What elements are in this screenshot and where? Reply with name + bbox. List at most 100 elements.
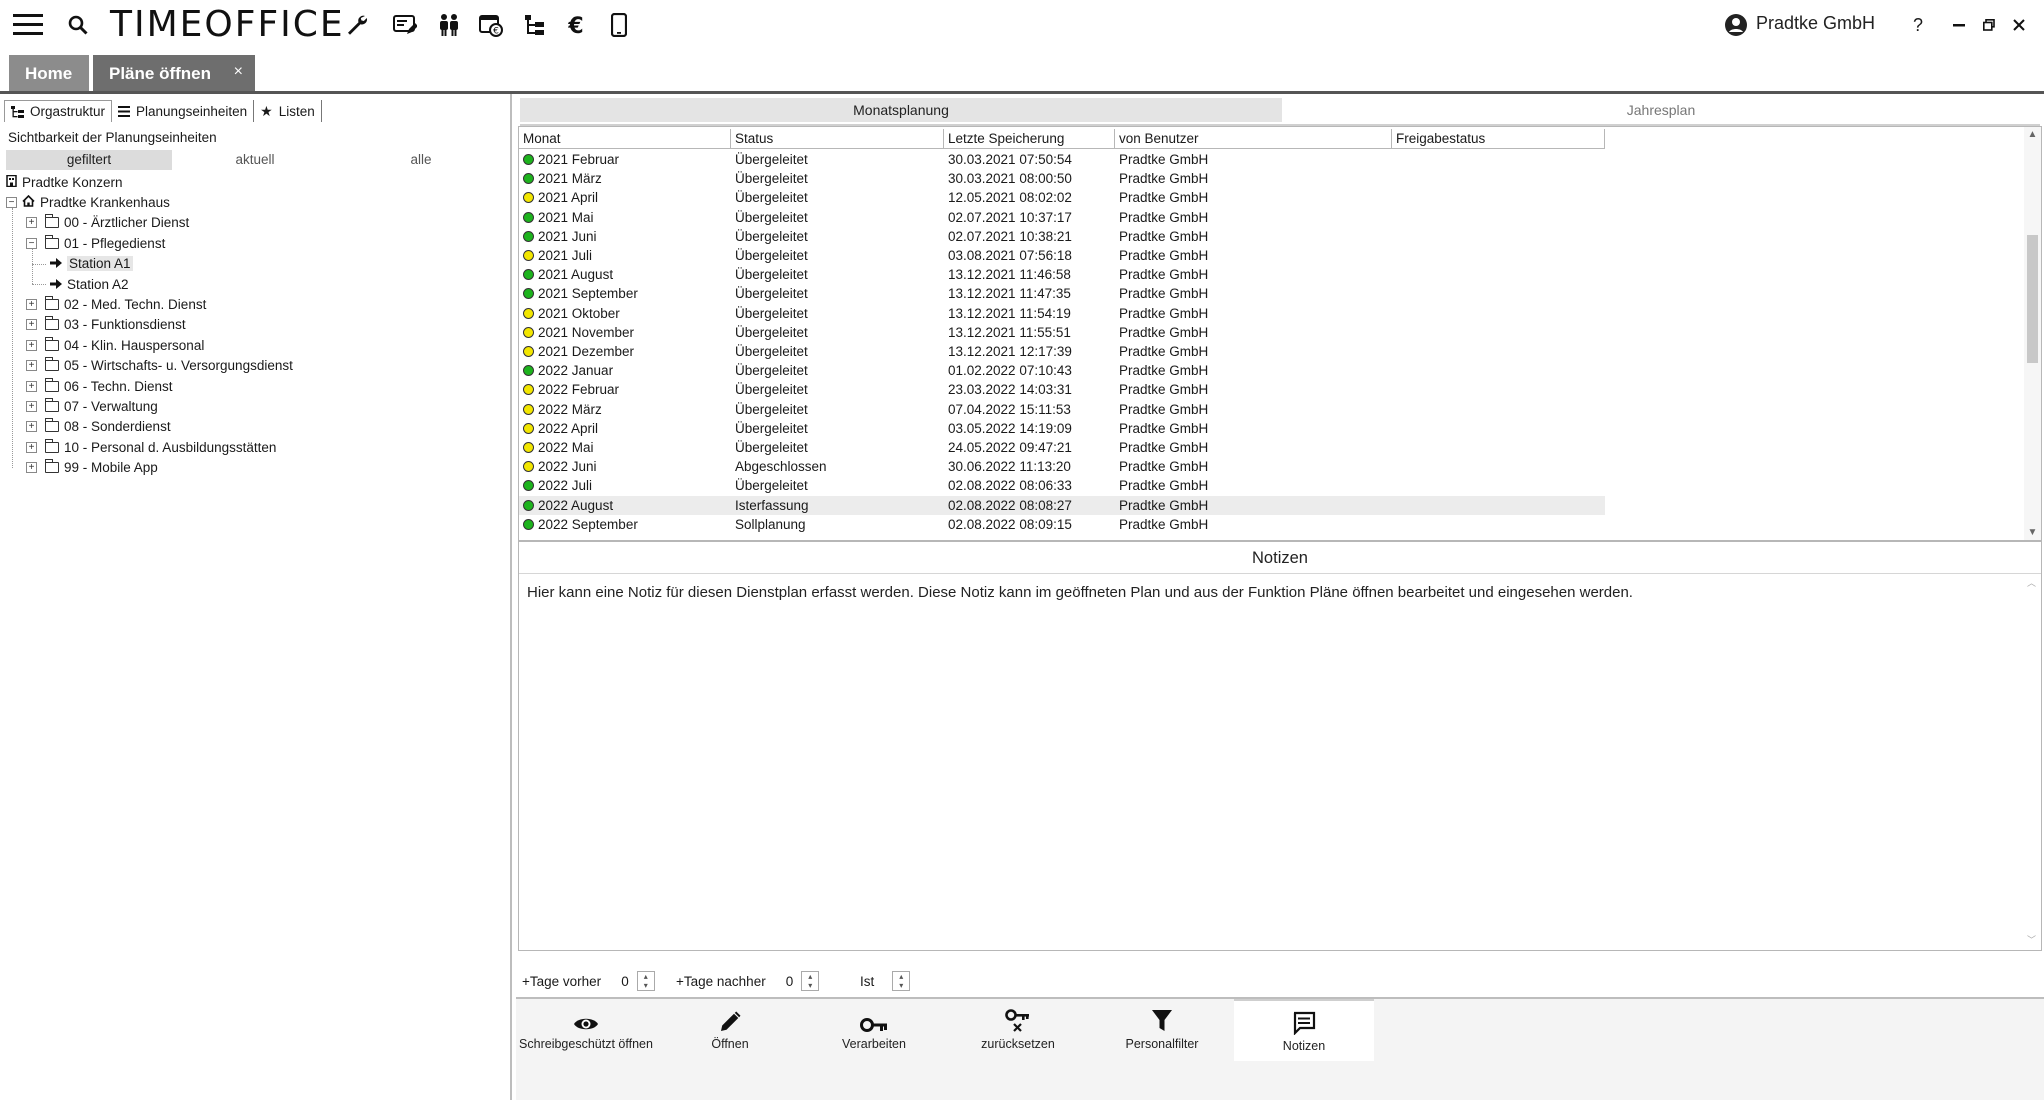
tage-vorher-spinner[interactable]: ▴ ▾ xyxy=(636,971,655,991)
notes-scroll-down-icon[interactable]: ﹀ xyxy=(2024,933,2039,946)
table-row[interactable]: 2021 Juli Übergeleitet 03.08.2021 07:56:18… xyxy=(519,246,1605,265)
scroll-down-icon[interactable]: ▼ xyxy=(2024,527,2041,538)
tree-expand-icon[interactable]: + xyxy=(26,360,37,372)
tab-home[interactable]: Home xyxy=(9,55,89,92)
mobile-icon[interactable] xyxy=(606,0,632,50)
tage-vorher-value[interactable]: 0 xyxy=(621,974,629,989)
tree-node[interactable]: +00 - Ärztlicher Dienst xyxy=(26,213,189,233)
table-row[interactable]: 2022 Januar Übergeleitet 01.02.2022 07:10:… xyxy=(519,361,1605,380)
tage-nachher-value[interactable]: 0 xyxy=(786,974,794,989)
tree-node[interactable]: − Pradtke Krankenhaus xyxy=(6,192,170,212)
tage-nachher-spinner[interactable]: ▴ ▾ xyxy=(801,971,820,991)
status-dot-icon xyxy=(523,346,534,357)
personalfilter-button[interactable]: Personalfilter xyxy=(1092,999,1232,1061)
column-header-monat[interactable]: Monat xyxy=(519,129,731,149)
table-row[interactable]: 2021 Mai Übergeleitet 02.07.2021 10:37:17 P… xyxy=(519,208,1605,227)
tree-expand-icon[interactable]: + xyxy=(26,319,37,331)
tree-connector xyxy=(32,263,46,265)
wrench-icon[interactable] xyxy=(344,0,370,50)
table-row[interactable]: 2021 Februar Übergeleitet 30.03.2021 07:50… xyxy=(519,150,1605,169)
menu-icon[interactable] xyxy=(10,0,46,50)
tab-close-icon[interactable]: × xyxy=(234,63,243,81)
scrollbar-thumb[interactable] xyxy=(2027,235,2038,363)
table-row[interactable]: 2022 Juli Übergeleitet 02.08.2022 08:06:33… xyxy=(519,476,1605,495)
tree-node[interactable]: +07 - Verwaltung xyxy=(26,396,158,416)
search-icon[interactable] xyxy=(66,0,90,50)
notes-scrollbar[interactable]: ︿ ﹀ xyxy=(2024,576,2039,946)
table-row[interactable]: 2022 Juni Abgeschlossen 30.06.2022 11:13:2… xyxy=(519,457,1605,476)
tree-expand-icon[interactable]: + xyxy=(26,441,37,453)
tree-expand-icon[interactable]: + xyxy=(26,462,37,474)
table-row[interactable]: 2022 Februar Übergeleitet 23.03.2022 14:03… xyxy=(519,380,1605,399)
people-icon[interactable] xyxy=(436,0,462,50)
table-row[interactable]: 2021 September Übergeleitet 13.12.2021 11:… xyxy=(519,284,1605,303)
tree-node[interactable]: Station A2 xyxy=(50,274,129,294)
tab-monatsplanung[interactable]: Monatsplanung xyxy=(520,98,1282,122)
card-edit-icon[interactable] xyxy=(392,0,418,50)
tree-collapse-icon[interactable]: − xyxy=(26,237,37,249)
tree-expand-icon[interactable]: + xyxy=(26,217,37,229)
user-name[interactable]: Pradtke GmbH xyxy=(1756,10,1875,36)
table-row[interactable]: 2022 August Isterfassung 02.08.2022 08:08:… xyxy=(519,495,1605,515)
tab-orgastruktur[interactable]: Orgastruktur xyxy=(4,100,113,122)
tree-expand-icon[interactable]: + xyxy=(26,400,37,412)
oeffnen-button[interactable]: Öffnen xyxy=(660,999,800,1061)
table-row[interactable]: 2021 April Übergeleitet 12.05.2021 08:02:0… xyxy=(519,188,1605,207)
tree-expand-icon[interactable]: + xyxy=(26,380,37,392)
table-row[interactable]: 2021 März Übergeleitet 30.03.2021 08:00:50… xyxy=(519,169,1605,188)
ist-spinner[interactable]: ▴ ▾ xyxy=(892,971,911,991)
tree-collapse-icon[interactable]: − xyxy=(6,196,17,208)
help-button[interactable]: ? xyxy=(1906,0,1930,50)
tree-node[interactable]: +05 - Wirtschafts- u. Versorgungsdienst xyxy=(26,356,293,376)
table-row[interactable]: 2022 März Übergeleitet 07.04.2022 15:11:53… xyxy=(519,400,1605,419)
org-tree-icon[interactable] xyxy=(522,0,548,50)
tree-node[interactable]: +99 - Mobile App xyxy=(26,458,158,478)
table-row[interactable]: 2022 September Sollplanung 02.08.2022 08:0… xyxy=(519,515,1605,534)
zuruecksetzen-button[interactable]: zurücksetzen xyxy=(948,999,1088,1061)
table-row[interactable]: 2022 Mai Übergeleitet 24.05.2022 09:47:21 P… xyxy=(519,438,1605,457)
tab-jahresplan[interactable]: Jahresplan xyxy=(1282,98,2040,122)
user-avatar-icon[interactable] xyxy=(1722,0,1750,50)
column-header-freigabestatus[interactable]: Freigabestatus xyxy=(1392,129,1605,149)
calendar-euro-icon[interactable]: € xyxy=(478,0,504,50)
tree-node[interactable]: +08 - Sonderdienst xyxy=(26,417,171,437)
tab-plaene-oeffnen[interactable]: Pläne öffnen × xyxy=(93,55,255,92)
tree-node[interactable]: Station A1 xyxy=(50,254,133,274)
table-row[interactable]: 2021 November Übergeleitet 13.12.2021 11:5… xyxy=(519,323,1605,342)
table-scrollbar[interactable]: ▲ ▼ xyxy=(2024,127,2041,540)
tree-node[interactable]: Pradtke Konzern xyxy=(6,172,123,192)
column-header-von-benutzer[interactable]: von Benutzer xyxy=(1115,129,1392,149)
tree-node[interactable]: +02 - Med. Techn. Dienst xyxy=(26,294,206,314)
filter-gefiltert[interactable]: gefiltert xyxy=(6,150,172,170)
table-row[interactable]: 2022 April Übergeleitet 03.05.2022 14:19:0… xyxy=(519,419,1605,438)
tree-node[interactable]: +03 - Funktionsdienst xyxy=(26,315,186,335)
table-row[interactable]: 2021 Dezember Übergeleitet 13.12.2021 12:1… xyxy=(519,342,1605,361)
tab-planungseinheiten[interactable]: Planungseinheiten xyxy=(112,100,255,122)
column-header-status[interactable]: Status xyxy=(731,129,944,149)
close-window-icon[interactable] xyxy=(2008,0,2030,50)
table-row[interactable]: 2021 Juni Übergeleitet 02.07.2021 10:38:21… xyxy=(519,227,1605,246)
filter-aktuell[interactable]: aktuell xyxy=(172,150,338,170)
minimize-icon[interactable] xyxy=(1948,0,1970,50)
cell-saved: 13.12.2021 11:55:51 xyxy=(944,323,1071,342)
euro-icon[interactable]: € xyxy=(563,0,589,50)
tree-expand-icon[interactable]: + xyxy=(26,298,37,310)
tree-expand-icon[interactable]: + xyxy=(26,339,37,351)
notes-scroll-up-icon[interactable]: ︿ xyxy=(2024,576,2039,589)
tree-node[interactable]: − 01 - Pflegedienst xyxy=(26,233,165,253)
tree-node[interactable]: +04 - Klin. Hauspersonal xyxy=(26,335,204,355)
verarbeiten-button[interactable]: Verarbeiten xyxy=(804,999,944,1061)
table-row[interactable]: 2021 August Übergeleitet 13.12.2021 11:46:… xyxy=(519,265,1605,284)
schreibgeschuetzt-oeffnen-button[interactable]: Schreibgeschützt öffnen xyxy=(516,999,656,1061)
notes-textarea[interactable]: Hier kann eine Notiz für diesen Dienstpl… xyxy=(527,584,2017,601)
notizen-button[interactable]: Notizen xyxy=(1234,999,1374,1061)
scroll-up-icon[interactable]: ▲ xyxy=(2024,129,2041,140)
filter-alle[interactable]: alle xyxy=(338,150,504,170)
tab-listen[interactable]: ★ Listen xyxy=(254,100,322,122)
table-row[interactable]: 2021 Oktober Übergeleitet 13.12.2021 11:54… xyxy=(519,304,1605,323)
column-header-letzte-speicherung[interactable]: Letzte Speicherung xyxy=(944,129,1115,149)
tree-node[interactable]: +10 - Personal d. Ausbildungsstätten xyxy=(26,437,276,457)
tree-node[interactable]: +06 - Techn. Dienst xyxy=(26,376,173,396)
restore-icon[interactable] xyxy=(1978,0,2000,50)
tree-expand-icon[interactable]: + xyxy=(26,421,37,433)
